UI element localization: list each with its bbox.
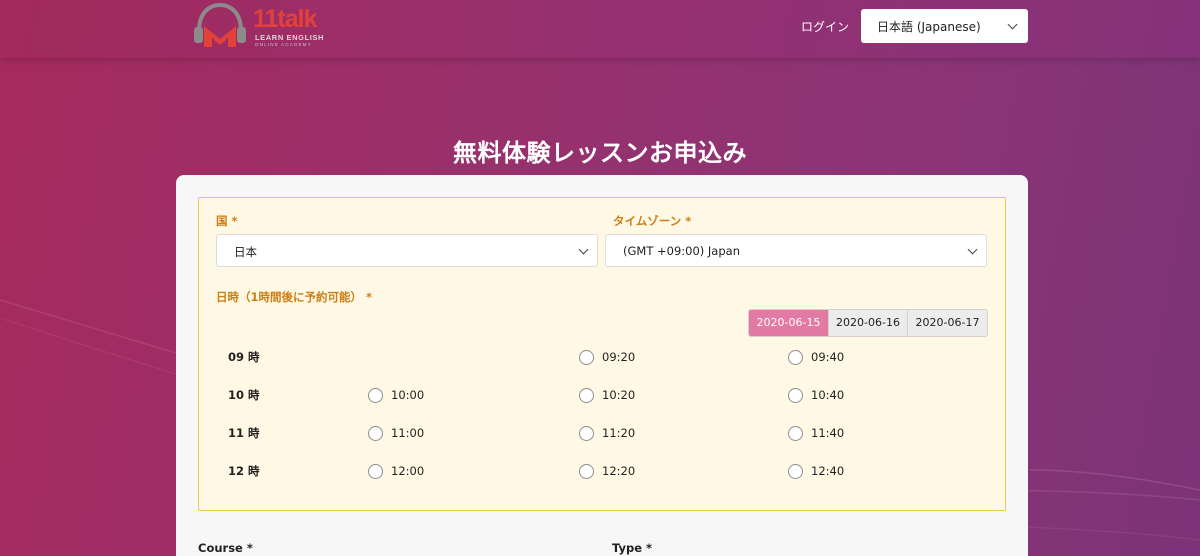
radio-button[interactable] bbox=[368, 463, 383, 479]
hour-label: 12 時 bbox=[228, 464, 260, 478]
site-logo[interactable]: 11talk LEARN ENGLISH ONLINE ACADEMY bbox=[193, 3, 343, 51]
time-slot-1220[interactable]: 12:20 bbox=[579, 462, 635, 480]
time-slot-1000[interactable]: 10:00 bbox=[368, 386, 424, 404]
logo-subtagline: ONLINE ACADEMY bbox=[255, 42, 312, 47]
chevron-down-icon bbox=[967, 244, 978, 255]
country-label: 国 * bbox=[216, 214, 238, 228]
time-slot-label: 11:40 bbox=[811, 426, 845, 440]
timezone-select[interactable]: (GMT +09:00) Japan bbox=[605, 234, 987, 267]
time-slot-0940[interactable]: 09:40 bbox=[788, 348, 844, 366]
time-slot-label: 10:40 bbox=[811, 388, 845, 402]
login-link[interactable]: ログイン bbox=[801, 18, 849, 35]
time-slot-label: 12:40 bbox=[811, 464, 845, 478]
time-slot-label: 11:00 bbox=[391, 426, 425, 440]
hour-label: 11 時 bbox=[228, 426, 260, 440]
time-slot-1100[interactable]: 11:00 bbox=[368, 424, 424, 442]
radio-button[interactable] bbox=[788, 425, 803, 441]
date-tabs: 2020-06-15 2020-06-16 2020-06-17 bbox=[748, 309, 988, 337]
radio-button[interactable] bbox=[788, 463, 803, 479]
logo-wordmark: 11talk bbox=[253, 5, 318, 33]
language-select-value: 日本語 (Japanese) bbox=[877, 20, 981, 34]
headphones-logo-icon bbox=[194, 3, 246, 47]
hour-label: 09 時 bbox=[228, 350, 260, 364]
country-select-value: 日本 bbox=[234, 245, 257, 259]
time-slot-1200[interactable]: 12:00 bbox=[368, 462, 424, 480]
time-slot-label: 12:00 bbox=[391, 464, 425, 478]
time-slot-1240[interactable]: 12:40 bbox=[788, 462, 844, 480]
date-tab-2020-06-15[interactable]: 2020-06-15 bbox=[749, 310, 829, 336]
language-select[interactable]: 日本語 (Japanese) bbox=[861, 9, 1028, 43]
schedule-panel: 国 * 日本 タイムゾーン * (GMT +09:00) Japan 日時（1時… bbox=[198, 197, 1006, 511]
radio-button[interactable] bbox=[579, 349, 594, 365]
radio-button[interactable] bbox=[579, 463, 594, 479]
country-select[interactable]: 日本 bbox=[216, 234, 598, 267]
time-slot-label: 09:40 bbox=[811, 350, 845, 364]
time-slot-label: 10:20 bbox=[602, 388, 636, 402]
radio-button[interactable] bbox=[788, 349, 803, 365]
timezone-label: タイムゾーン * bbox=[613, 214, 692, 228]
timezone-select-value: (GMT +09:00) Japan bbox=[623, 244, 740, 258]
radio-button[interactable] bbox=[579, 387, 594, 403]
top-navbar: 11talk LEARN ENGLISH ONLINE ACADEMY ログイン… bbox=[0, 0, 1200, 58]
date-tab-2020-06-17[interactable]: 2020-06-17 bbox=[908, 310, 987, 336]
time-slot-0920[interactable]: 09:20 bbox=[579, 348, 635, 366]
radio-button[interactable] bbox=[788, 387, 803, 403]
date-tab-2020-06-16[interactable]: 2020-06-16 bbox=[829, 310, 908, 336]
time-slot-label: 10:00 bbox=[391, 388, 425, 402]
page-title: 無料体験レッスンお申込み bbox=[453, 139, 747, 167]
course-label: Course * bbox=[198, 541, 253, 555]
chevron-down-icon bbox=[1007, 19, 1018, 30]
time-slot-label: 09:20 bbox=[602, 350, 636, 364]
logo-tagline: LEARN ENGLISH bbox=[255, 33, 325, 42]
time-slot-label: 12:20 bbox=[602, 464, 636, 478]
trial-form-card: 国 * 日本 タイムゾーン * (GMT +09:00) Japan 日時（1時… bbox=[176, 175, 1028, 556]
type-label: Type * bbox=[612, 541, 653, 555]
hour-label: 10 時 bbox=[228, 388, 260, 402]
time-slot-1140[interactable]: 11:40 bbox=[788, 424, 844, 442]
radio-button[interactable] bbox=[368, 387, 383, 403]
radio-button[interactable] bbox=[368, 425, 383, 441]
time-slot-label: 11:20 bbox=[602, 426, 636, 440]
time-slot-1040[interactable]: 10:40 bbox=[788, 386, 844, 404]
time-slot-1020[interactable]: 10:20 bbox=[579, 386, 635, 404]
radio-button[interactable] bbox=[579, 425, 594, 441]
time-slot-1120[interactable]: 11:20 bbox=[579, 424, 635, 442]
chevron-down-icon bbox=[578, 244, 589, 255]
datetime-label: 日時（1時間後に予約可能） * bbox=[216, 290, 373, 304]
